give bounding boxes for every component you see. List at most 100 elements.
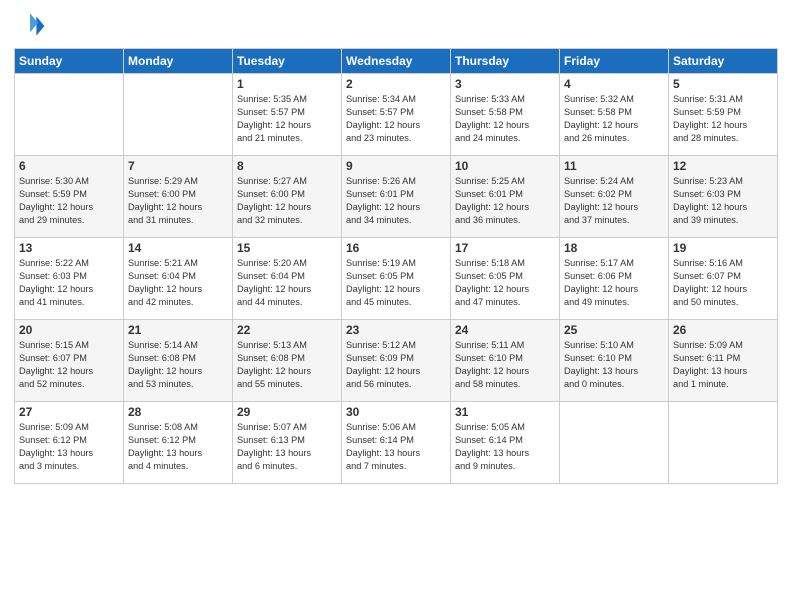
calendar-cell: 6 Sunrise: 5:30 AM Sunset: 5:59 PM Daylig… (15, 156, 124, 238)
day-detail: Sunrise: 5:11 AM Sunset: 6:10 PM Dayligh… (455, 340, 529, 389)
calendar-cell: 31 Sunrise: 5:05 AM Sunset: 6:14 PM Dayli… (451, 402, 560, 484)
calendar-cell: 11 Sunrise: 5:24 AM Sunset: 6:02 PM Dayli… (560, 156, 669, 238)
day-number: 9 (346, 159, 446, 173)
day-number: 12 (673, 159, 773, 173)
day-detail: Sunrise: 5:17 AM Sunset: 6:06 PM Dayligh… (564, 258, 638, 307)
calendar-cell: 28Sunrise: 5:08 AM Sunset: 6:12 PM Dayli… (124, 402, 233, 484)
day-detail: Sunrise: 5:06 AM Sunset: 6:14 PM Dayligh… (346, 422, 420, 471)
calendar-cell: 7Sunrise: 5:29 AM Sunset: 6:00 PM Daylig… (124, 156, 233, 238)
header (14, 10, 778, 42)
day-detail: Sunrise: 5:19 AM Sunset: 6:05 PM Dayligh… (346, 258, 420, 307)
calendar-cell: 18 Sunrise: 5:17 AM Sunset: 6:06 PM Dayli… (560, 238, 669, 320)
day-detail: Sunrise: 5:12 AM Sunset: 6:09 PM Dayligh… (346, 340, 420, 389)
calendar-table: SundayMondayTuesdayWednesdayThursdayFrid… (14, 48, 778, 484)
calendar-cell: 29 Sunrise: 5:07 AM Sunset: 6:13 PM Dayli… (233, 402, 342, 484)
day-detail: Sunrise: 5:09 AM Sunset: 6:11 PM Dayligh… (673, 340, 747, 389)
day-number: 30 (346, 405, 446, 419)
day-number: 27 (19, 405, 119, 419)
day-detail: Sunrise: 5:26 AM Sunset: 6:01 PM Dayligh… (346, 176, 420, 225)
calendar-cell: 15Sunrise: 5:20 AM Sunset: 6:04 PM Dayli… (233, 238, 342, 320)
day-detail: Sunrise: 5:24 AM Sunset: 6:02 PM Dayligh… (564, 176, 638, 225)
day-detail: Sunrise: 5:16 AM Sunset: 6:07 PM Dayligh… (673, 258, 747, 307)
calendar-cell: 23 Sunrise: 5:12 AM Sunset: 6:09 PM Dayli… (342, 320, 451, 402)
day-detail: Sunrise: 5:13 AM Sunset: 6:08 PM Dayligh… (237, 340, 311, 389)
day-number: 5 (673, 77, 773, 91)
day-number: 3 (455, 77, 555, 91)
calendar-cell: 4Sunrise: 5:32 AM Sunset: 5:58 PM Daylig… (560, 74, 669, 156)
calendar-week-3: 13 Sunrise: 5:22 AM Sunset: 6:03 PM Dayli… (15, 238, 778, 320)
day-number: 6 (19, 159, 119, 173)
page: SundayMondayTuesdayWednesdayThursdayFrid… (0, 0, 792, 612)
calendar-cell: 25 Sunrise: 5:10 AM Sunset: 6:10 PM Dayli… (560, 320, 669, 402)
day-detail: Sunrise: 5:31 AM Sunset: 5:59 PM Dayligh… (673, 94, 747, 143)
day-number: 14 (128, 241, 228, 255)
calendar-header-thursday: Thursday (451, 49, 560, 74)
day-number: 31 (455, 405, 555, 419)
day-detail: Sunrise: 5:15 AM Sunset: 6:07 PM Dayligh… (19, 340, 93, 389)
calendar-cell: 9 Sunrise: 5:26 AM Sunset: 6:01 PM Daylig… (342, 156, 451, 238)
calendar-header-row: SundayMondayTuesdayWednesdayThursdayFrid… (15, 49, 778, 74)
day-number: 13 (19, 241, 119, 255)
day-number: 4 (564, 77, 664, 91)
logo-icon (14, 10, 46, 42)
day-detail: Sunrise: 5:34 AM Sunset: 5:57 PM Dayligh… (346, 94, 420, 143)
day-detail: Sunrise: 5:33 AM Sunset: 5:58 PM Dayligh… (455, 94, 529, 143)
calendar-header-tuesday: Tuesday (233, 49, 342, 74)
day-number: 25 (564, 323, 664, 337)
calendar-cell: 17Sunrise: 5:18 AM Sunset: 6:05 PM Dayli… (451, 238, 560, 320)
day-number: 7 (128, 159, 228, 173)
calendar-cell: 8Sunrise: 5:27 AM Sunset: 6:00 PM Daylig… (233, 156, 342, 238)
calendar-cell: 13 Sunrise: 5:22 AM Sunset: 6:03 PM Dayli… (15, 238, 124, 320)
day-detail: Sunrise: 5:10 AM Sunset: 6:10 PM Dayligh… (564, 340, 638, 389)
day-detail: Sunrise: 5:08 AM Sunset: 6:12 PM Dayligh… (128, 422, 202, 471)
day-number: 23 (346, 323, 446, 337)
calendar-cell: 12 Sunrise: 5:23 AM Sunset: 6:03 PM Dayli… (669, 156, 778, 238)
day-detail: Sunrise: 5:05 AM Sunset: 6:14 PM Dayligh… (455, 422, 529, 471)
calendar-cell: 30 Sunrise: 5:06 AM Sunset: 6:14 PM Dayli… (342, 402, 451, 484)
day-detail: Sunrise: 5:21 AM Sunset: 6:04 PM Dayligh… (128, 258, 202, 307)
day-number: 21 (128, 323, 228, 337)
day-number: 2 (346, 77, 446, 91)
day-detail: Sunrise: 5:22 AM Sunset: 6:03 PM Dayligh… (19, 258, 93, 307)
calendar-header-wednesday: Wednesday (342, 49, 451, 74)
day-detail: Sunrise: 5:09 AM Sunset: 6:12 PM Dayligh… (19, 422, 93, 471)
day-number: 18 (564, 241, 664, 255)
calendar-header-saturday: Saturday (669, 49, 778, 74)
day-detail: Sunrise: 5:35 AM Sunset: 5:57 PM Dayligh… (237, 94, 311, 143)
calendar-header-sunday: Sunday (15, 49, 124, 74)
day-number: 10 (455, 159, 555, 173)
calendar-cell: 20 Sunrise: 5:15 AM Sunset: 6:07 PM Dayli… (15, 320, 124, 402)
day-number: 24 (455, 323, 555, 337)
calendar-cell: 1 Sunrise: 5:35 AM Sunset: 5:57 PM Daylig… (233, 74, 342, 156)
calendar-cell: 21 Sunrise: 5:14 AM Sunset: 6:08 PM Dayli… (124, 320, 233, 402)
calendar-week-1: 1 Sunrise: 5:35 AM Sunset: 5:57 PM Daylig… (15, 74, 778, 156)
calendar-cell (124, 74, 233, 156)
calendar-header-monday: Monday (124, 49, 233, 74)
day-number: 19 (673, 241, 773, 255)
calendar-header-friday: Friday (560, 49, 669, 74)
calendar-week-4: 20 Sunrise: 5:15 AM Sunset: 6:07 PM Dayli… (15, 320, 778, 402)
day-number: 16 (346, 241, 446, 255)
calendar-cell: 14 Sunrise: 5:21 AM Sunset: 6:04 PM Dayli… (124, 238, 233, 320)
logo (14, 10, 50, 42)
day-detail: Sunrise: 5:07 AM Sunset: 6:13 PM Dayligh… (237, 422, 311, 471)
calendar-cell: 22 Sunrise: 5:13 AM Sunset: 6:08 PM Dayli… (233, 320, 342, 402)
day-number: 17 (455, 241, 555, 255)
day-number: 26 (673, 323, 773, 337)
day-number: 20 (19, 323, 119, 337)
calendar-cell: 2 Sunrise: 5:34 AM Sunset: 5:57 PM Daylig… (342, 74, 451, 156)
calendar-cell (669, 402, 778, 484)
calendar-cell: 3 Sunrise: 5:33 AM Sunset: 5:58 PM Daylig… (451, 74, 560, 156)
calendar-cell: 10Sunrise: 5:25 AM Sunset: 6:01 PM Dayli… (451, 156, 560, 238)
day-detail: Sunrise: 5:14 AM Sunset: 6:08 PM Dayligh… (128, 340, 202, 389)
day-detail: Sunrise: 5:23 AM Sunset: 6:03 PM Dayligh… (673, 176, 747, 225)
day-detail: Sunrise: 5:30 AM Sunset: 5:59 PM Dayligh… (19, 176, 93, 225)
day-number: 8 (237, 159, 337, 173)
day-number: 1 (237, 77, 337, 91)
day-number: 22 (237, 323, 337, 337)
calendar-cell: 26 Sunrise: 5:09 AM Sunset: 6:11 PM Dayli… (669, 320, 778, 402)
day-number: 11 (564, 159, 664, 173)
day-number: 29 (237, 405, 337, 419)
day-detail: Sunrise: 5:20 AM Sunset: 6:04 PM Dayligh… (237, 258, 311, 307)
calendar-cell: 24 Sunrise: 5:11 AM Sunset: 6:10 PM Dayli… (451, 320, 560, 402)
